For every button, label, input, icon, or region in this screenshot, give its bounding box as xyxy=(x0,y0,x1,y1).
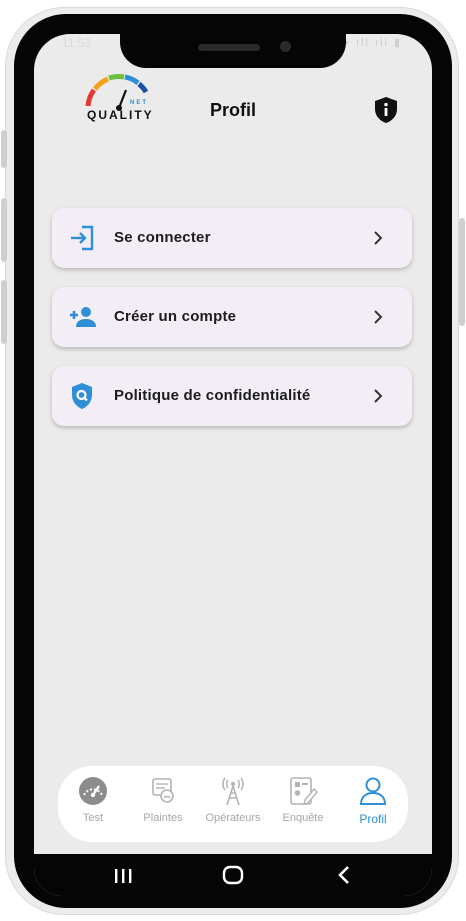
volume-up-button xyxy=(1,198,7,262)
nav-tab-test[interactable]: Test xyxy=(58,776,128,836)
bottom-navigation: Test Plaintes Opérateurs Enquête Profil xyxy=(58,766,408,842)
nav-tab-label: Test xyxy=(82,812,104,824)
status-icons: ▪ ıll ıll ▮ xyxy=(344,37,402,49)
menu-item-create-account[interactable]: Créer un compte xyxy=(52,287,412,347)
front-camera xyxy=(280,41,291,52)
speedometer-icon xyxy=(79,777,107,805)
menu-item-privacy-policy[interactable]: Politique de confidentialité xyxy=(52,366,412,426)
nav-tab-operateurs[interactable]: Opérateurs xyxy=(198,776,268,836)
status-time: 11:53 xyxy=(62,36,92,50)
privacy-info-button[interactable] xyxy=(373,96,399,124)
nav-tab-label: Enquête xyxy=(282,812,324,824)
notch xyxy=(120,34,346,68)
chevron-right-icon xyxy=(374,231,383,245)
recent-apps-icon[interactable] xyxy=(108,862,138,888)
volume-down-button xyxy=(1,280,7,344)
menu-item-label: Créer un compte xyxy=(114,308,237,325)
nav-tab-enquete[interactable]: Enquête xyxy=(268,776,338,836)
shield-info-icon xyxy=(375,97,397,123)
shield-search-icon xyxy=(72,383,92,409)
person-add-icon xyxy=(70,307,96,327)
chevron-right-icon xyxy=(374,310,383,324)
nav-tab-profil[interactable]: Profil xyxy=(338,776,408,836)
survey-icon xyxy=(290,777,318,805)
menu-item-login[interactable]: Se connecter xyxy=(52,208,412,268)
complaint-icon xyxy=(152,778,174,803)
android-navigation-bar xyxy=(34,854,432,896)
menu-item-label: Politique de confidentialité xyxy=(114,387,311,404)
speaker xyxy=(198,44,260,51)
side-button xyxy=(1,130,7,168)
nav-tab-label: Profil xyxy=(359,812,387,826)
nav-tab-label: Plaintes xyxy=(143,812,183,824)
nav-tab-label: Opérateurs xyxy=(205,812,261,824)
login-icon xyxy=(71,225,94,251)
antenna-icon xyxy=(222,777,244,806)
menu-item-label: Se connecter xyxy=(114,229,211,246)
person-icon xyxy=(359,777,387,805)
app-screen: 11:53 ▪ ıll ıll ▮ NET QUALITY Profil Se … xyxy=(34,34,432,896)
home-icon[interactable] xyxy=(218,862,248,888)
app-header: NET QUALITY Profil xyxy=(34,64,432,134)
power-button xyxy=(459,218,465,326)
nav-tab-plaintes[interactable]: Plaintes xyxy=(128,776,198,836)
back-icon[interactable] xyxy=(330,862,360,888)
chevron-right-icon xyxy=(374,389,383,403)
